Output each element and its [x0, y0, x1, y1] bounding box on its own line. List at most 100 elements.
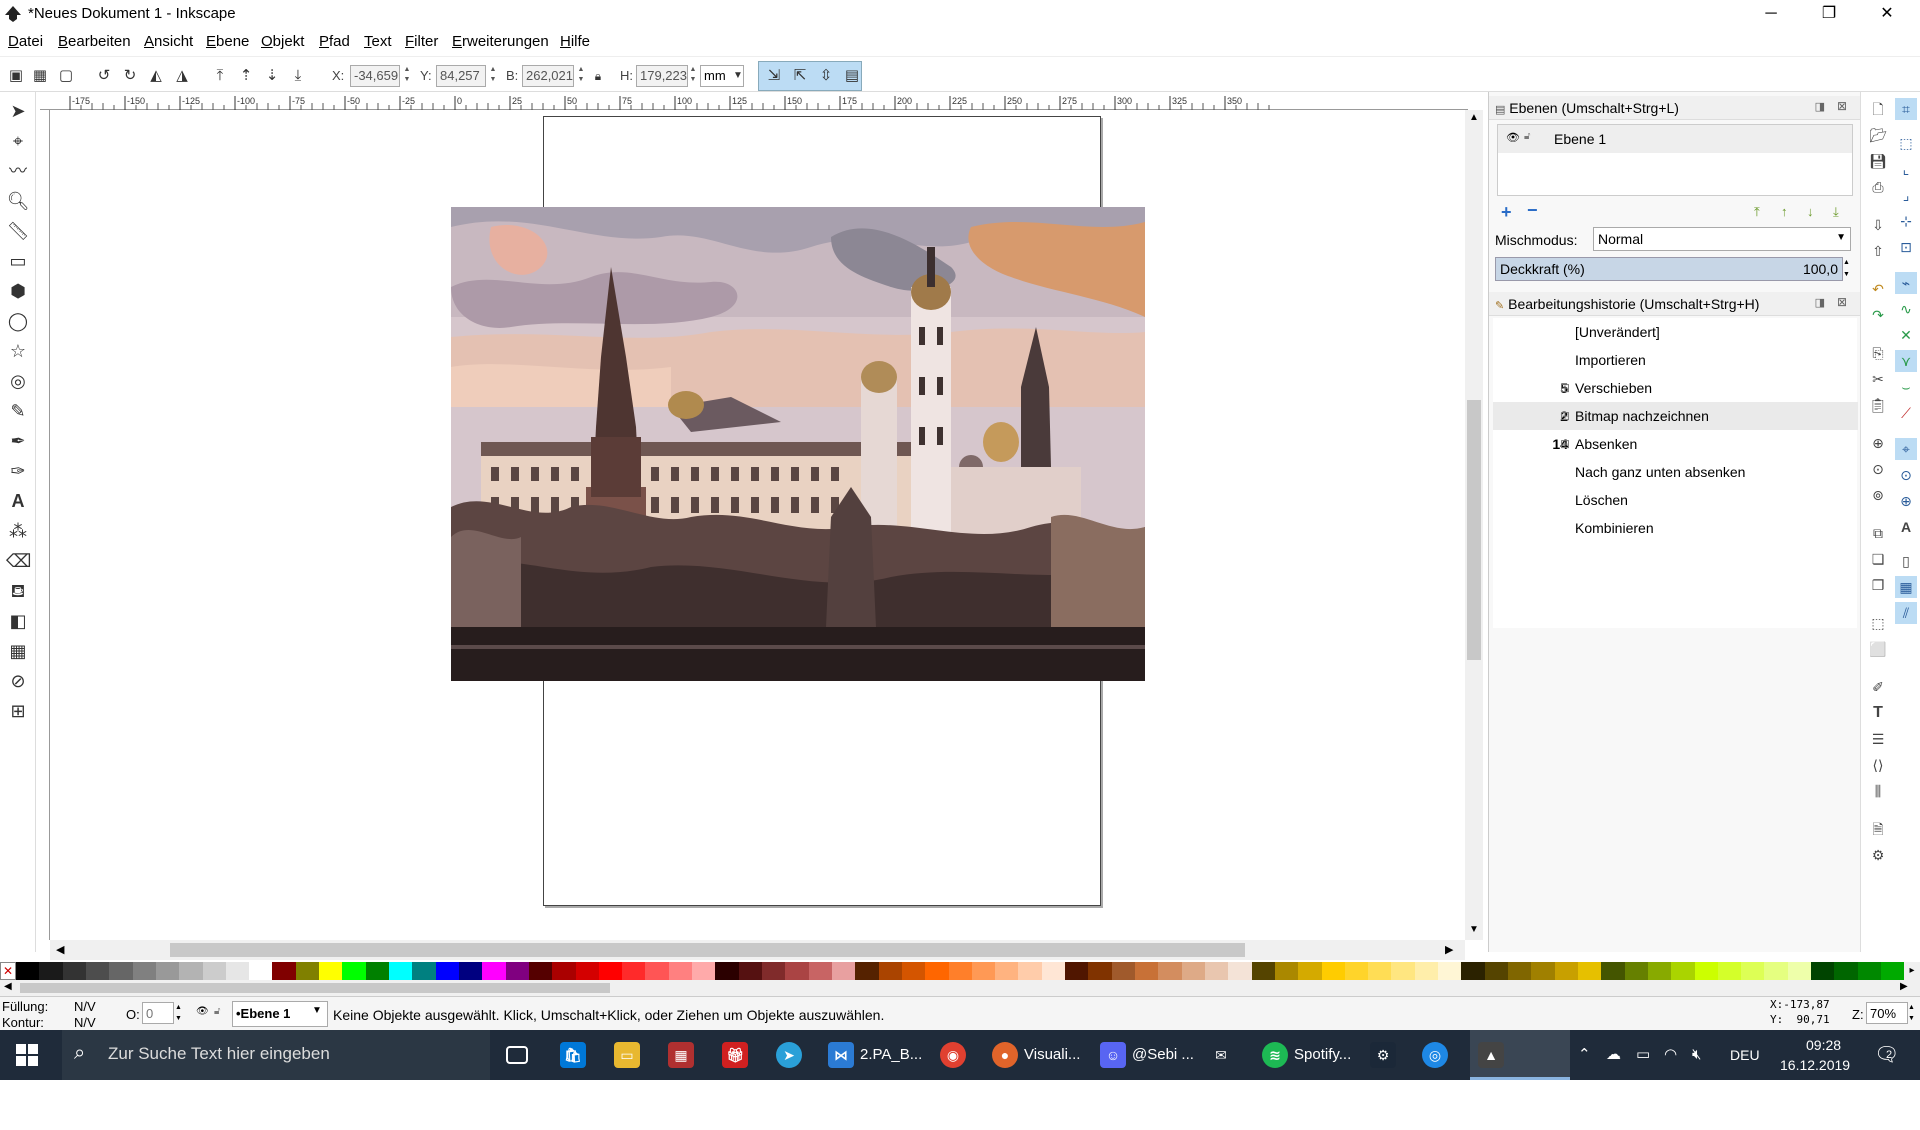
palette-swatch[interactable]: [1694, 962, 1718, 980]
width-field[interactable]: 262,021: [522, 65, 574, 87]
gift-icon[interactable]: 🎁︎: [722, 1030, 754, 1080]
palette-swatch[interactable]: [1601, 962, 1625, 980]
layer-lower-icon[interactable]: ↓: [1807, 204, 1814, 219]
palette-swatch[interactable]: [39, 962, 63, 980]
palette-swatch[interactable]: [995, 962, 1019, 980]
palette-swatch[interactable]: [1251, 962, 1275, 980]
menu-erweiterungen[interactable]: Erweiterungen: [452, 33, 549, 50]
dropper-tool-icon[interactable]: ⊘: [6, 668, 30, 694]
snap-bbox-center-icon[interactable]: ⊡: [1895, 236, 1917, 258]
scroll-right-arrow-icon[interactable]: ▶: [1445, 943, 1453, 956]
palette-swatch[interactable]: [1857, 962, 1881, 980]
xml-editor-icon[interactable]: ⟨⟩: [1867, 754, 1889, 776]
palette-swatch[interactable]: [1671, 962, 1695, 980]
palette-swatch[interactable]: [1111, 962, 1135, 980]
horizontal-scroll-thumb[interactable]: [170, 943, 1245, 957]
zoom-selection-icon[interactable]: ⊕: [1867, 432, 1889, 454]
3d-box-tool-icon[interactable]: ⬢: [6, 278, 30, 304]
import-icon[interactable]: ⇩: [1867, 214, 1889, 236]
paste-icon[interactable]: 📋︎: [1867, 394, 1889, 416]
maximize-button[interactable]: ❐: [1806, 0, 1852, 30]
rotate-ccw-icon[interactable]: ↺: [94, 66, 114, 86]
fill-stroke-icon[interactable]: ✐: [1867, 676, 1889, 698]
palette-swatch[interactable]: [925, 962, 949, 980]
palette-swatch[interactable]: [1811, 962, 1835, 980]
show-hidden-icons-chevron-icon[interactable]: ⌃: [1578, 1030, 1591, 1080]
expand-icon[interactable]: ⊞: [1560, 402, 1570, 430]
layers-panel-header[interactable]: ▤ Ebenen (Umschalt+Strg+L) ◨ ⊠: [1489, 96, 1861, 120]
palette-swatch[interactable]: [1274, 962, 1299, 980]
palette-swatch[interactable]: [1321, 962, 1345, 980]
menu-text[interactable]: Text: [364, 33, 392, 50]
snap-bbox-midpoint-icon[interactable]: ⊹: [1895, 210, 1917, 232]
input-language[interactable]: DEU: [1730, 1030, 1760, 1080]
palette-swatch[interactable]: [1834, 962, 1858, 980]
panel-iconify-icon[interactable]: ◨: [1815, 100, 1825, 113]
palette-swatch[interactable]: [808, 962, 832, 980]
palette-swatch[interactable]: [971, 962, 996, 980]
export-icon[interactable]: ⇧: [1867, 240, 1889, 262]
palette-swatch[interactable]: [831, 962, 856, 980]
height-spinner[interactable]: ▲ ▼: [688, 65, 698, 87]
layer-name[interactable]: Ebene 1: [1554, 131, 1606, 147]
deselect-icon[interactable]: ▢: [56, 66, 76, 86]
cut-icon[interactable]: ✂: [1867, 368, 1889, 390]
x-spinner[interactable]: ▲ ▼: [402, 65, 412, 87]
menu-objekt[interactable]: Objekt: [261, 33, 304, 50]
palette-swatch[interactable]: [85, 962, 110, 980]
onedrive-cloud-icon[interactable]: ☁: [1606, 1030, 1621, 1080]
remove-layer-icon[interactable]: −: [1527, 200, 1538, 221]
palette-swatch[interactable]: [1204, 962, 1229, 980]
minimize-button[interactable]: ─: [1748, 0, 1794, 30]
gradient-tool-icon[interactable]: ◧: [6, 608, 30, 634]
clock-date[interactable]: 16.12.2019: [1780, 1057, 1850, 1073]
file-explorer-icon[interactable]: ▭: [614, 1030, 646, 1080]
snap-nodes-icon[interactable]: ⌁: [1895, 272, 1917, 294]
text-tool-icon[interactable]: A: [6, 488, 30, 514]
history-item[interactable]: 5 ⊞ Verschieben: [1493, 374, 1858, 402]
calligraphy-tool-icon[interactable]: ✑: [6, 458, 30, 484]
palette-swatch[interactable]: [1508, 962, 1532, 980]
palette-swatch[interactable]: [109, 962, 133, 980]
add-layer-icon[interactable]: +: [1501, 202, 1512, 223]
palette-swatch[interactable]: [948, 962, 972, 980]
palette-swatch[interactable]: [1787, 962, 1812, 980]
palette-swatch[interactable]: [1414, 962, 1439, 980]
layer-row[interactable]: 👁︎ 🔓︎ Ebene 1: [1498, 125, 1852, 153]
palette-swatch[interactable]: [16, 962, 40, 980]
palette-swatch[interactable]: [1531, 962, 1555, 980]
menu-ansicht[interactable]: Ansicht: [144, 33, 193, 50]
palette-swatch[interactable]: [155, 962, 180, 980]
snap-cusp-nodes-icon[interactable]: ⋎: [1895, 350, 1917, 372]
snap-midpoints-icon[interactable]: ⟋: [1895, 402, 1917, 424]
undo-icon[interactable]: ↶: [1867, 278, 1889, 300]
palette-swatch[interactable]: [1554, 962, 1578, 980]
eraser-tool-icon[interactable]: ⌫: [6, 548, 31, 574]
palette-swatch[interactable]: [319, 962, 343, 980]
zoom-drawing-icon[interactable]: ⊙: [1867, 458, 1889, 480]
blend-mode-select[interactable]: Normal ▼: [1593, 227, 1851, 251]
palette-swatch[interactable]: [1624, 962, 1648, 980]
taskbar-app-spotify[interactable]: ≋ Spotify...: [1262, 1030, 1351, 1080]
copy-icon[interactable]: ⎘: [1867, 342, 1889, 364]
mail-icon[interactable]: ✉: [1208, 1030, 1240, 1080]
palette-swatch[interactable]: [1018, 962, 1042, 980]
history-item[interactable]: 14 ⊞ Absenken: [1493, 430, 1858, 458]
snap-page-border-icon[interactable]: ▯: [1895, 550, 1917, 572]
app-red-icon[interactable]: ▦: [668, 1030, 700, 1080]
layer-raise-icon[interactable]: ↑: [1781, 204, 1788, 219]
task-view-icon[interactable]: [506, 1030, 534, 1080]
vertical-scroll-thumb[interactable]: [1467, 400, 1481, 660]
palette-swatch[interactable]: [249, 962, 273, 980]
spray-tool-icon[interactable]: ⁂: [6, 518, 30, 544]
menu-datei[interactable]: Datei: [8, 33, 43, 50]
palette-swatch[interactable]: [295, 962, 320, 980]
palette-swatch[interactable]: [202, 962, 226, 980]
wifi-icon[interactable]: ◠: [1664, 1030, 1677, 1080]
snap-object-center-icon[interactable]: ⊙: [1895, 464, 1917, 486]
telegram-icon[interactable]: ➤: [776, 1030, 808, 1080]
layer-to-top-icon[interactable]: ⤒: [1754, 204, 1760, 220]
taskbar-app-inkscape[interactable]: ▲ *Neues...: [1470, 1030, 1570, 1113]
palette-swatch[interactable]: [1484, 962, 1508, 980]
history-item[interactable]: [Unverändert]: [1493, 318, 1858, 346]
